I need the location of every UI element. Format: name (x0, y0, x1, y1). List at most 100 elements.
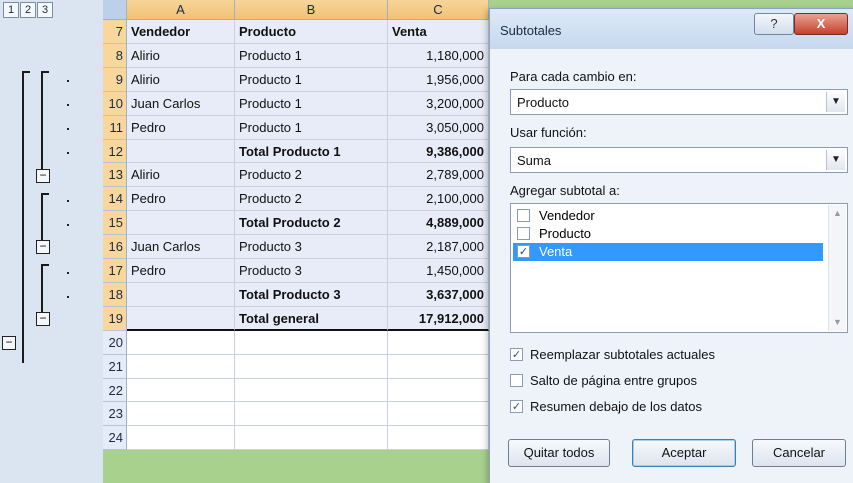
list-item-vendedor[interactable]: Vendedor (513, 207, 823, 225)
outline-collapse-group-2-button[interactable]: − (36, 240, 50, 254)
cell-a16[interactable]: Juan Carlos (127, 235, 235, 259)
row-header[interactable]: 14 (103, 187, 127, 211)
cell-c9[interactable]: 1,956,000 (388, 68, 489, 92)
ok-button[interactable]: Aceptar (632, 439, 736, 467)
cell-a8[interactable]: Alirio (127, 44, 235, 68)
cell-b12[interactable]: Total Producto 1 (235, 140, 388, 163)
chevron-down-icon[interactable]: ▼ (826, 92, 845, 112)
cell-c24[interactable] (388, 426, 489, 450)
group-by-select[interactable]: Producto ▼ (510, 89, 848, 115)
cell-b17[interactable]: Producto 3 (235, 259, 388, 283)
checkbox-replace-subtotals[interactable]: ✓ (510, 348, 523, 361)
cell-b11[interactable]: Producto 1 (235, 116, 388, 140)
cell-a23[interactable] (127, 402, 235, 426)
cell-b9[interactable]: Producto 1 (235, 68, 388, 92)
cell-b13[interactable]: Producto 2 (235, 163, 388, 187)
cell-a19[interactable] (127, 307, 235, 331)
row-header[interactable]: 23 (103, 402, 127, 426)
list-item-producto[interactable]: Producto (513, 225, 823, 243)
outline-collapse-group-3-button[interactable]: − (36, 312, 50, 326)
row-header[interactable]: 10 (103, 92, 127, 116)
list-scrollbar[interactable]: ▲ ▼ (828, 205, 846, 331)
cell-b15[interactable]: Total Producto 2 (235, 211, 388, 235)
cell-b10[interactable]: Producto 1 (235, 92, 388, 116)
row-header[interactable]: 13 (103, 163, 127, 187)
cell-c16[interactable]: 2,187,000 (388, 235, 489, 259)
cell-a14[interactable]: Pedro (127, 187, 235, 211)
add-subtotal-list[interactable]: Vendedor Producto ✓ Venta ▲ ▼ (510, 203, 848, 333)
outline-collapse-group-1-button[interactable]: − (36, 169, 50, 183)
checkbox-summary-below[interactable]: ✓ (510, 400, 523, 413)
remove-all-button[interactable]: Quitar todos (508, 439, 610, 467)
checkbox-vendedor[interactable] (517, 209, 530, 222)
cell-c17[interactable]: 1,450,000 (388, 259, 489, 283)
close-button[interactable]: X (794, 13, 848, 35)
cell-c18[interactable]: 3,637,000 (388, 283, 489, 307)
row-header[interactable]: 15 (103, 211, 127, 235)
cell-a10[interactable]: Juan Carlos (127, 92, 235, 116)
cell-c10[interactable]: 3,200,000 (388, 92, 489, 116)
cell-a15[interactable] (127, 211, 235, 235)
cell-c11[interactable]: 3,050,000 (388, 116, 489, 140)
row-header[interactable]: 20 (103, 331, 127, 355)
cell-b16[interactable]: Producto 3 (235, 235, 388, 259)
cell-c15[interactable]: 4,889,000 (388, 211, 489, 235)
row-header[interactable]: 11 (103, 116, 127, 140)
cell-b21[interactable] (235, 355, 388, 379)
row-header[interactable]: 16 (103, 235, 127, 259)
cell-c22[interactable] (388, 379, 489, 402)
cell-b18[interactable]: Total Producto 3 (235, 283, 388, 307)
cell-c8[interactable]: 1,180,000 (388, 44, 489, 68)
cell-a18[interactable] (127, 283, 235, 307)
cell-b14[interactable]: Producto 2 (235, 187, 388, 211)
cell-a20[interactable] (127, 331, 235, 355)
outline-level-2-button[interactable]: 2 (20, 2, 36, 18)
row-header[interactable]: 12 (103, 140, 127, 163)
row-header[interactable]: 21 (103, 355, 127, 379)
row-header[interactable]: 7 (103, 20, 127, 44)
select-all-corner[interactable] (103, 0, 127, 20)
cell-a17[interactable]: Pedro (127, 259, 235, 283)
outline-level-3-button[interactable]: 3 (37, 2, 53, 18)
cell-a24[interactable] (127, 426, 235, 450)
cell-c20[interactable] (388, 331, 489, 355)
checkbox-venta[interactable]: ✓ (517, 245, 530, 258)
cell-c23[interactable] (388, 402, 489, 426)
cell-b19[interactable]: Total general (235, 307, 388, 331)
column-header-a[interactable]: A (127, 0, 235, 20)
cell-c7[interactable]: Venta (388, 20, 489, 44)
row-header[interactable]: 18 (103, 283, 127, 307)
chevron-down-icon[interactable]: ▼ (826, 150, 845, 170)
row-header[interactable]: 9 (103, 68, 127, 92)
cell-c12[interactable]: 9,386,000 (388, 140, 489, 163)
cell-a11[interactable]: Pedro (127, 116, 235, 140)
cell-b7[interactable]: Producto (235, 20, 388, 44)
cell-a22[interactable] (127, 379, 235, 402)
row-header[interactable]: 22 (103, 379, 127, 402)
column-header-c[interactable]: C (388, 0, 489, 20)
cell-a7[interactable]: Vendedor (127, 20, 235, 44)
function-select[interactable]: Suma ▼ (510, 147, 848, 173)
cell-a13[interactable]: Alirio (127, 163, 235, 187)
checkbox-page-break[interactable] (510, 374, 523, 387)
cell-c14[interactable]: 2,100,000 (388, 187, 489, 211)
cell-c21[interactable] (388, 355, 489, 379)
cell-b23[interactable] (235, 402, 388, 426)
row-header[interactable]: 17 (103, 259, 127, 283)
cell-a21[interactable] (127, 355, 235, 379)
cell-a9[interactable]: Alirio (127, 68, 235, 92)
cell-b24[interactable] (235, 426, 388, 450)
cell-b22[interactable] (235, 379, 388, 402)
scroll-down-icon[interactable]: ▼ (829, 314, 846, 331)
cell-c13[interactable]: 2,789,000 (388, 163, 489, 187)
cancel-button[interactable]: Cancelar (752, 439, 846, 467)
help-button[interactable]: ? (754, 13, 794, 35)
outline-level-1-button[interactable]: 1 (3, 2, 19, 18)
cell-c19[interactable]: 17,912,000 (388, 307, 489, 331)
row-header[interactable]: 19 (103, 307, 127, 331)
list-item-venta[interactable]: ✓ Venta (513, 243, 823, 261)
cell-a12[interactable] (127, 140, 235, 163)
cell-b8[interactable]: Producto 1 (235, 44, 388, 68)
row-header[interactable]: 8 (103, 44, 127, 68)
checkbox-producto[interactable] (517, 227, 530, 240)
